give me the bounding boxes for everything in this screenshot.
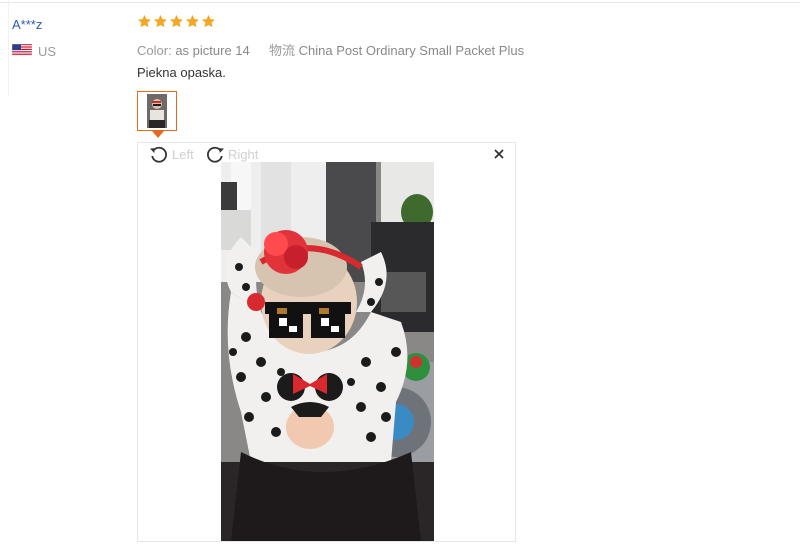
shipping-value: China Post Ordinary Small Packet Plus xyxy=(298,43,525,58)
star-icon xyxy=(138,14,151,28)
close-viewer-button[interactable] xyxy=(492,147,506,161)
rotate-right-label: Right xyxy=(228,146,259,162)
left-column-divider xyxy=(8,0,9,96)
top-divider xyxy=(0,2,800,3)
reviewer-name: A***z xyxy=(12,17,43,32)
review-photo-thumbnail[interactable] xyxy=(137,91,177,131)
star-icon xyxy=(154,14,167,28)
close-icon xyxy=(494,149,504,159)
rotate-left-icon xyxy=(150,146,167,163)
photo-viewer: Left Right xyxy=(137,142,516,542)
reviewer-country: US xyxy=(38,44,57,59)
star-rating xyxy=(137,14,216,29)
us-flag-icon xyxy=(12,44,32,56)
thumbnail-selected-pointer xyxy=(152,131,164,138)
review-photo xyxy=(221,162,434,541)
shipping-label: 物流 xyxy=(269,43,296,58)
review-text: Piekna opaska. xyxy=(137,65,226,80)
color-label: Color: xyxy=(137,43,172,58)
rotate-left-button[interactable]: Left xyxy=(148,143,194,165)
rotate-left-label: Left xyxy=(172,146,194,162)
star-icon xyxy=(202,14,215,28)
star-icon xyxy=(170,14,183,28)
order-info: Color: as picture 14 物流 China Post Ordin… xyxy=(137,40,524,59)
color-value: as picture 14 xyxy=(175,43,250,58)
star-icon xyxy=(186,14,199,28)
